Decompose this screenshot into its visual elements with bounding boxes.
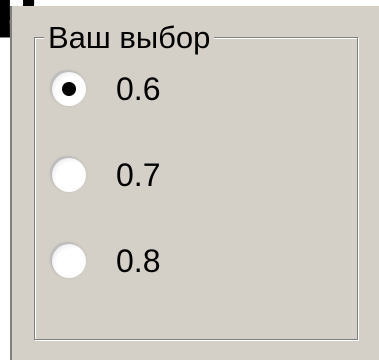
radio-selected-dot <box>62 82 76 96</box>
radio-button[interactable] <box>52 244 86 278</box>
dialog-panel: Ваш выбор 0.6 0.7 0.8 <box>10 6 379 360</box>
screenshot-stage: р Ваш выбор 0.6 0.7 0.8 <box>0 0 379 360</box>
radio-option-label: 0.6 <box>116 71 161 107</box>
radio-option-label: 0.8 <box>116 243 161 279</box>
radio-option-0-8[interactable]: 0.8 <box>52 236 252 286</box>
radio-option-label: 0.7 <box>116 157 161 193</box>
radio-button[interactable] <box>52 72 86 106</box>
radio-option-0-7[interactable]: 0.7 <box>52 150 252 200</box>
groupbox-title: Ваш выбор <box>44 20 215 56</box>
radio-button[interactable] <box>52 158 86 192</box>
radio-option-0-6[interactable]: 0.6 <box>52 64 252 114</box>
